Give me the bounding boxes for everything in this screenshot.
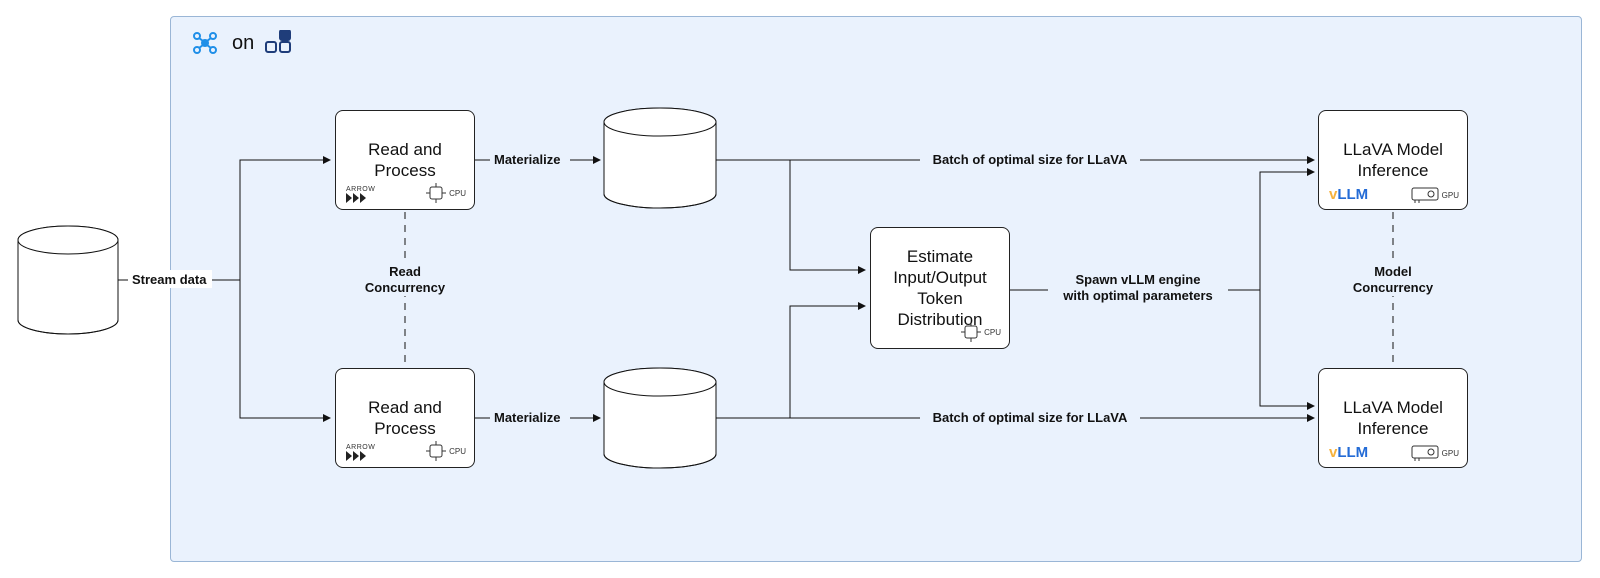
anyscale-logo-icon: [264, 30, 298, 56]
header-on-label: on: [232, 32, 254, 55]
llava-top-label: LLaVA Model Inference: [1343, 139, 1443, 182]
estimate-label: Estimate Input/Output Token Distribution: [893, 246, 987, 331]
panel-header: on: [188, 30, 298, 56]
ray-logo-icon: [188, 30, 222, 56]
gpu-chip-icon: GPU: [1411, 445, 1459, 461]
diagram-stage: on Data Lake Read and Process ARROW CPU …: [0, 0, 1600, 578]
gpu-chip-icon: GPU: [1411, 187, 1459, 203]
vllm-logo-icon: vLLM: [1329, 444, 1368, 461]
llava-top: LLaVA Model Inference vLLM GPU: [1318, 110, 1468, 210]
read-process-bottom-label: Read and Process: [368, 397, 442, 440]
read-process-top-label: Read and Process: [368, 139, 442, 182]
vllm-logo-icon: vLLM: [1329, 186, 1368, 203]
llava-bottom: LLaVA Model Inference vLLM GPU: [1318, 368, 1468, 468]
cpu-chip-icon: CPU: [961, 322, 1001, 342]
estimate-box: Estimate Input/Output Token Distribution…: [870, 227, 1010, 349]
llava-bottom-label: LLaVA Model Inference: [1343, 397, 1443, 440]
data-lake-label-holder: Data Lake: [16, 237, 120, 323]
object-store-bottom-label: Object Store: [635, 397, 684, 440]
object-store-bottom-label-holder: Object Store: [600, 378, 720, 458]
arrow-tech-icon: ARROW: [346, 186, 375, 203]
object-store-top-label-holder: Object Store: [600, 118, 720, 198]
data-lake-label: Data Lake: [29, 269, 107, 290]
arrow-tech-icon: ARROW: [346, 444, 375, 461]
read-process-top: Read and Process ARROW CPU: [335, 110, 475, 210]
read-process-bottom: Read and Process ARROW CPU: [335, 368, 475, 468]
object-store-top-label: Object Store: [635, 137, 684, 180]
cpu-chip-icon: CPU: [426, 441, 466, 461]
cpu-chip-icon: CPU: [426, 183, 466, 203]
